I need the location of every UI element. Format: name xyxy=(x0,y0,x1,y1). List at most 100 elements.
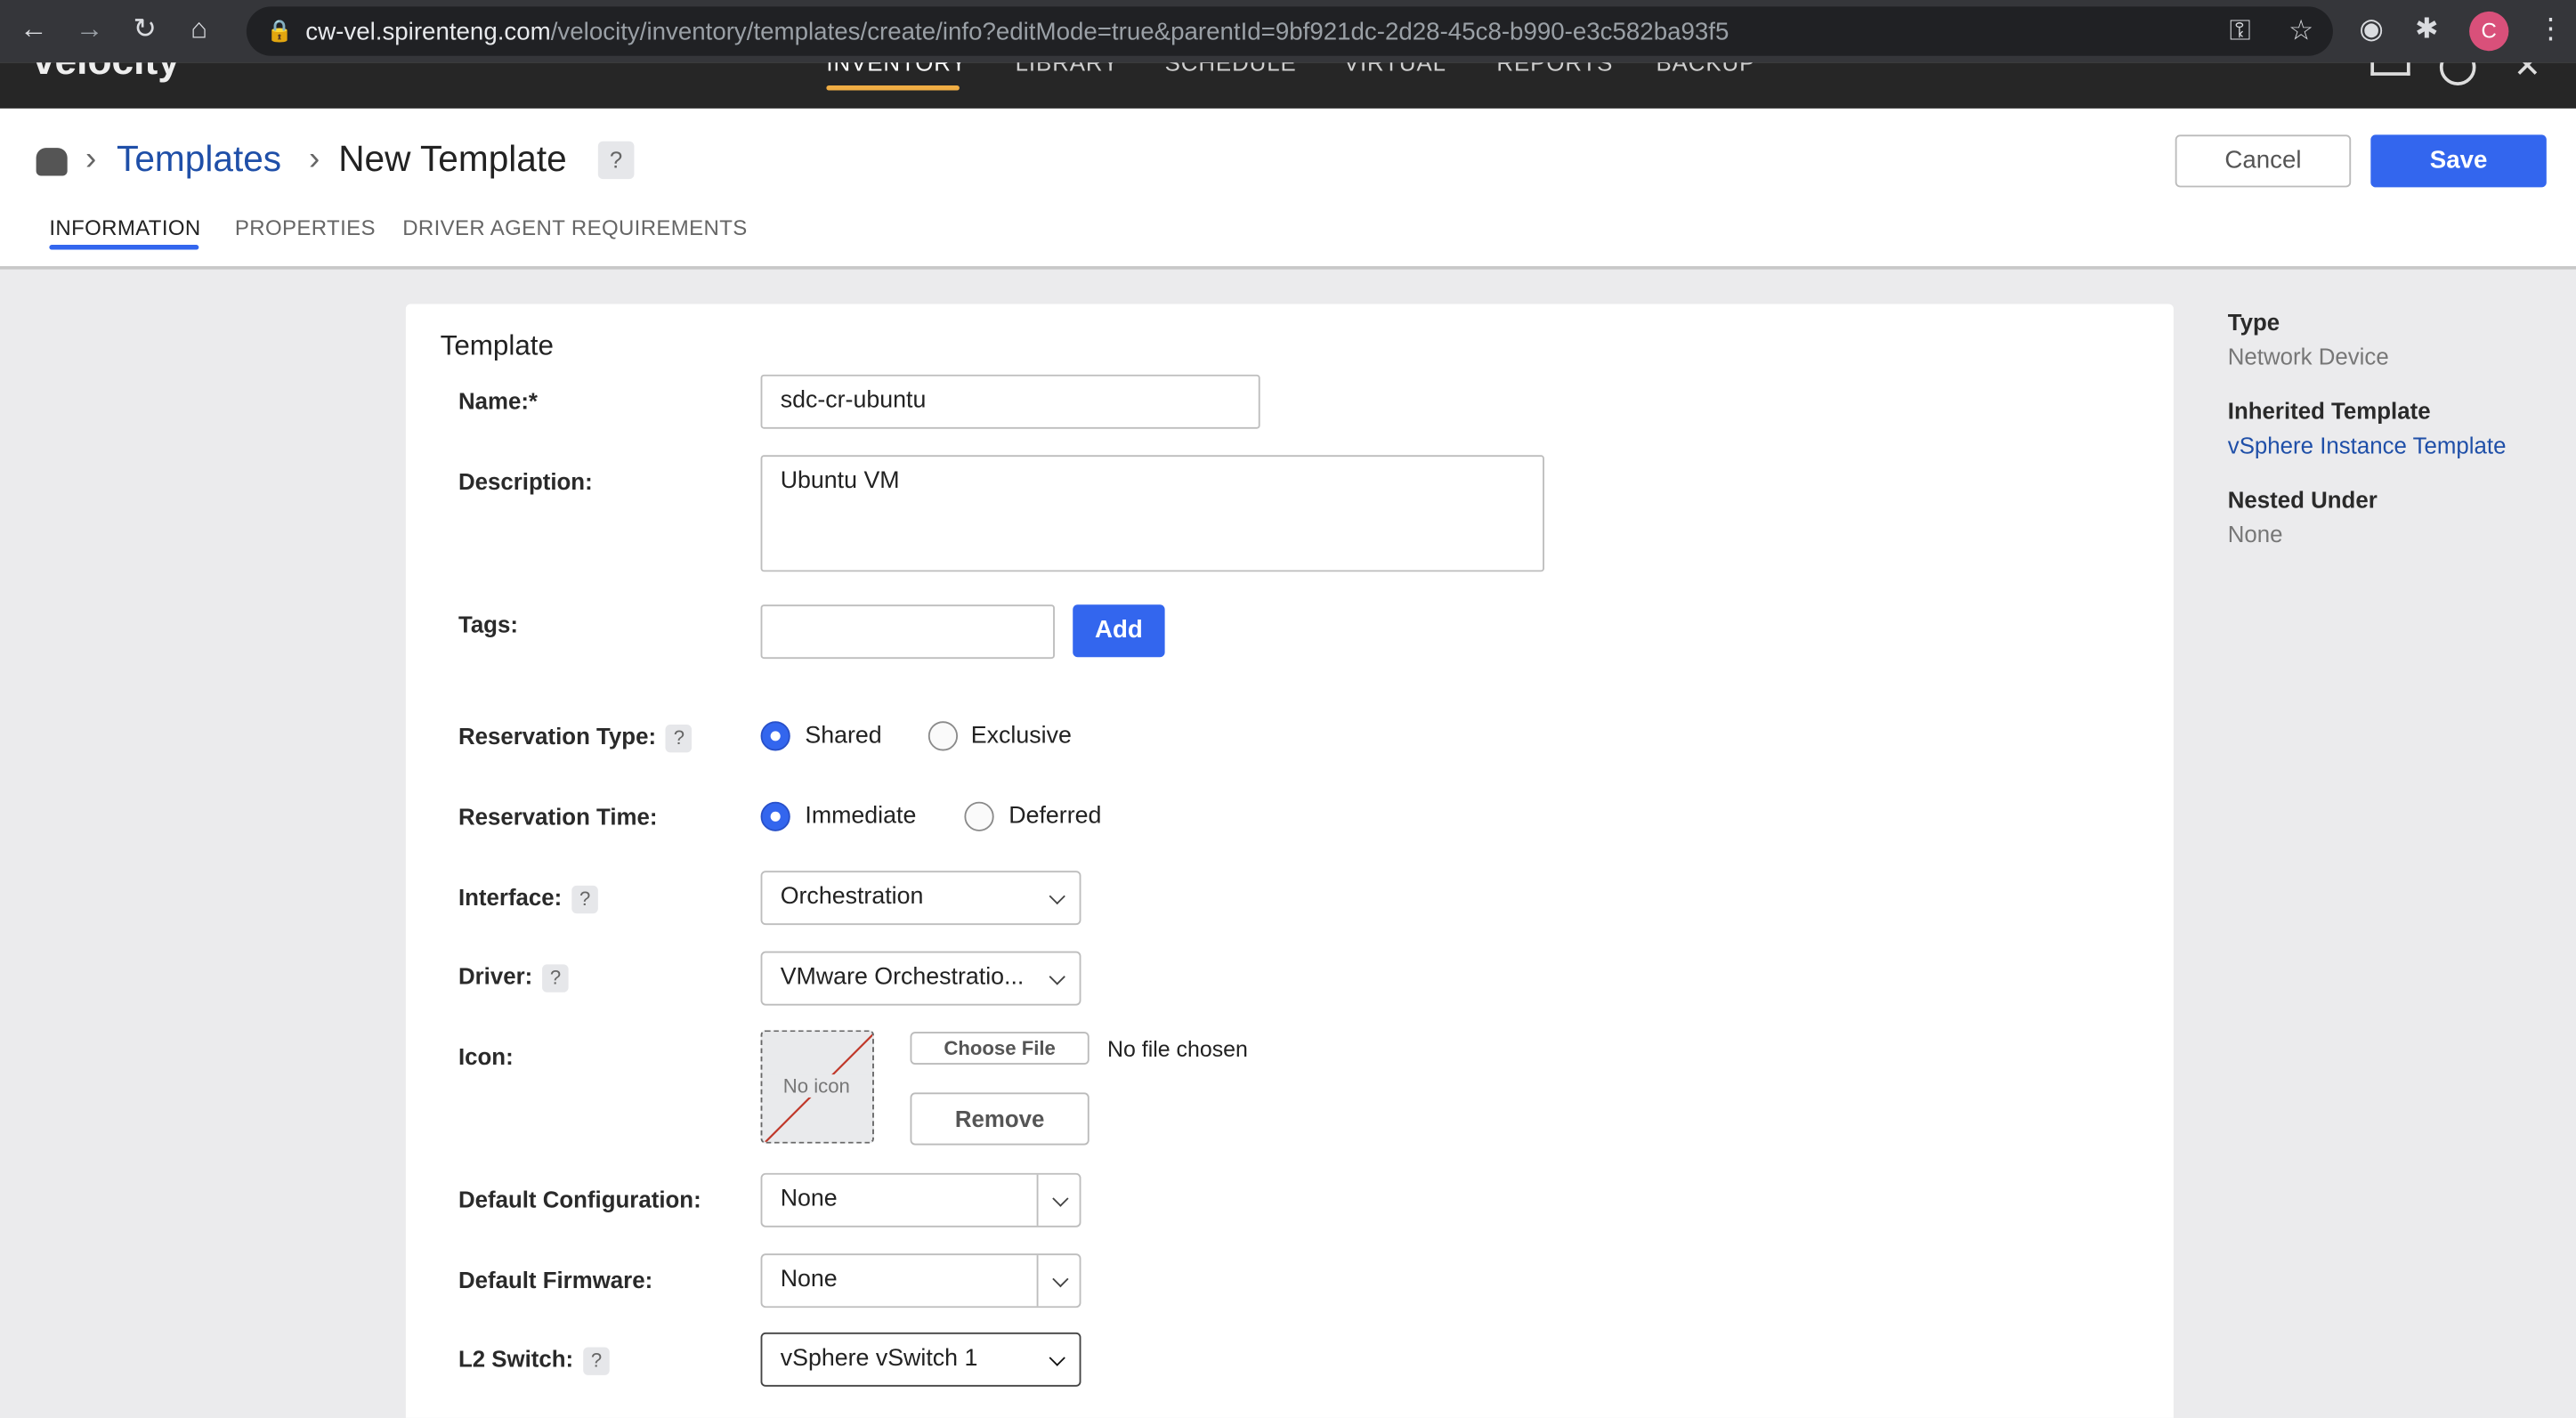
section-title: Template xyxy=(440,329,554,362)
add-tag-button[interactable]: Add xyxy=(1073,604,1165,658)
radio-deferred-label[interactable]: Deferred xyxy=(1009,804,1101,831)
lock-icon: 🔒 xyxy=(266,18,293,43)
l2-switch-label: L2 Switch:? xyxy=(458,1346,610,1375)
tab-driver-agent-requirements[interactable]: DRIVER AGENT REQUIREMENTS xyxy=(402,215,747,240)
url-host: cw-vel.spirenteng.com xyxy=(305,18,551,46)
chevron-down-icon xyxy=(1049,887,1065,904)
url-path: /velocity/inventory/templates/create/inf… xyxy=(550,18,1729,46)
home-icon[interactable]: ⌂ xyxy=(190,13,207,46)
help-icon[interactable]: ? xyxy=(583,1347,610,1375)
chevron-down-icon[interactable] xyxy=(1052,1270,1069,1287)
tags-label: Tags: xyxy=(458,611,518,638)
chevron-down-icon[interactable] xyxy=(1052,1189,1069,1206)
no-file-chosen-text: No file chosen xyxy=(1107,1036,1248,1062)
no-icon-text: No icon xyxy=(762,1074,871,1098)
forward-icon[interactable]: → xyxy=(76,13,103,46)
page-title: New Template xyxy=(338,138,567,180)
menu-icon[interactable]: ⋮ xyxy=(2537,13,2564,46)
logo[interactable]: velocity xyxy=(33,62,180,85)
reload-icon[interactable]: ↻ xyxy=(134,13,157,46)
default-configuration-value: None xyxy=(780,1186,838,1213)
nav-active-indicator xyxy=(826,85,960,91)
help-icon[interactable]: ? xyxy=(666,724,693,753)
nested-under-label: Nested Under xyxy=(2227,486,2378,513)
nav-library[interactable]: LIBRARY xyxy=(1016,62,1120,76)
reservation-time-label: Reservation Time: xyxy=(458,803,658,831)
driver-value: VMware Orchestratio... xyxy=(780,964,1025,991)
inherited-template-label: Inherited Template xyxy=(2227,397,2431,425)
label-text: L2 Switch: xyxy=(458,1345,574,1373)
interface-label: Interface:? xyxy=(458,883,598,914)
remove-icon-button[interactable]: Remove xyxy=(910,1092,1090,1146)
star-icon[interactable]: ☆ xyxy=(2288,15,2313,48)
address-bar[interactable]: 🔒 cw-vel.spirenteng.com/velocity/invento… xyxy=(246,6,2333,56)
browser-toolbar: ← → ↻ ⌂ 🔒 cw-vel.spirenteng.com/velocity… xyxy=(0,0,2576,63)
monitor-icon[interactable] xyxy=(2370,62,2410,76)
radio-immediate-label[interactable]: Immediate xyxy=(805,804,916,831)
breadcrumb-separator: › xyxy=(85,141,97,178)
help-icon[interactable]: ? xyxy=(597,141,635,180)
radio-exclusive[interactable] xyxy=(928,721,959,751)
chevron-down-icon xyxy=(1049,968,1065,984)
default-firmware-select[interactable]: None xyxy=(760,1253,1081,1309)
l2-switch-select[interactable]: vSphere vSwitch 1 xyxy=(760,1332,1081,1387)
radio-shared[interactable] xyxy=(760,721,790,751)
key-icon[interactable]: ⚿ xyxy=(2230,15,2251,48)
extension-icon[interactable]: ◉ xyxy=(2359,13,2383,46)
template-form-card: Template Name:* sdc-cr-ubuntu Descriptio… xyxy=(405,304,2174,1418)
type-value: Network Device xyxy=(2227,343,2389,370)
page-header: › Templates › New Template ? Cancel Save… xyxy=(0,108,2576,270)
description-label: Description: xyxy=(458,468,593,495)
radio-deferred[interactable] xyxy=(964,801,994,831)
close-icon[interactable]: ✕ xyxy=(2514,62,2541,87)
default-configuration-select[interactable]: None xyxy=(760,1172,1081,1228)
default-firmware-value: None xyxy=(780,1267,838,1293)
tab-information[interactable]: INFORMATION xyxy=(49,215,200,240)
tab-properties[interactable]: PROPERTIES xyxy=(235,215,376,240)
name-label: Name:* xyxy=(458,387,539,415)
radio-immediate[interactable] xyxy=(760,801,790,831)
label-text: Interface: xyxy=(458,883,563,911)
page: ← → ↻ ⌂ 🔒 cw-vel.spirenteng.com/velocity… xyxy=(0,0,2576,1418)
label-text: Reservation Type: xyxy=(458,723,657,750)
choose-file-button[interactable]: Choose File xyxy=(910,1032,1090,1066)
puzzle-icon[interactable]: ✱ xyxy=(2415,13,2438,46)
label-text: Driver: xyxy=(458,962,533,990)
driver-select[interactable]: VMware Orchestratio... xyxy=(760,951,1081,1006)
reservation-type-label: Reservation Type:? xyxy=(458,723,693,753)
nav-backup[interactable]: BACKUP xyxy=(1656,62,1755,76)
help-icon[interactable]: ? xyxy=(571,885,598,914)
chevron-down-icon xyxy=(1049,1349,1065,1365)
description-textarea[interactable]: Ubuntu VM xyxy=(760,455,1544,572)
tags-input[interactable] xyxy=(760,604,1055,660)
breadcrumb-separator: › xyxy=(308,141,320,178)
help-icon[interactable]: ? xyxy=(542,964,569,993)
template-summary-panel: Type Network Device Inherited Template v… xyxy=(2228,309,2573,547)
back-icon[interactable]: ← xyxy=(20,13,47,46)
radio-exclusive-label[interactable]: Exclusive xyxy=(971,723,1072,750)
nav-reports[interactable]: REPORTS xyxy=(1496,62,1613,76)
name-input[interactable]: sdc-cr-ubuntu xyxy=(760,374,1260,429)
type-label: Type xyxy=(2227,308,2280,336)
interface-value: Orchestration xyxy=(780,883,924,911)
cancel-button[interactable]: Cancel xyxy=(2175,134,2352,188)
nested-under-value: None xyxy=(2227,521,2283,547)
inherited-template-link[interactable]: vSphere Instance Template xyxy=(2228,432,2573,458)
l2-switch-value: vSphere vSwitch 1 xyxy=(780,1345,978,1373)
profile-avatar[interactable]: C xyxy=(2469,11,2509,52)
icon-label: Icon: xyxy=(458,1043,514,1070)
nav-inventory[interactable]: INVENTORY xyxy=(826,62,967,76)
nav-schedule[interactable]: SCHEDULE xyxy=(1165,62,1297,76)
divider xyxy=(1036,1255,1039,1307)
nav-virtual[interactable]: VIRTUAL xyxy=(1344,62,1446,76)
radio-shared-label[interactable]: Shared xyxy=(805,723,881,750)
save-button[interactable]: Save xyxy=(2370,134,2547,188)
app-navbar: velocity INVENTORY LIBRARY SCHEDULE VIRT… xyxy=(0,62,2576,109)
inventory-icon xyxy=(36,148,68,176)
divider xyxy=(1036,1174,1039,1226)
default-firmware-label: Default Firmware: xyxy=(458,1267,653,1293)
user-icon[interactable] xyxy=(2439,62,2476,85)
default-configuration-label: Default Configuration: xyxy=(458,1186,701,1213)
breadcrumb-templates[interactable]: Templates xyxy=(117,134,281,183)
interface-select[interactable]: Orchestration xyxy=(760,871,1081,926)
